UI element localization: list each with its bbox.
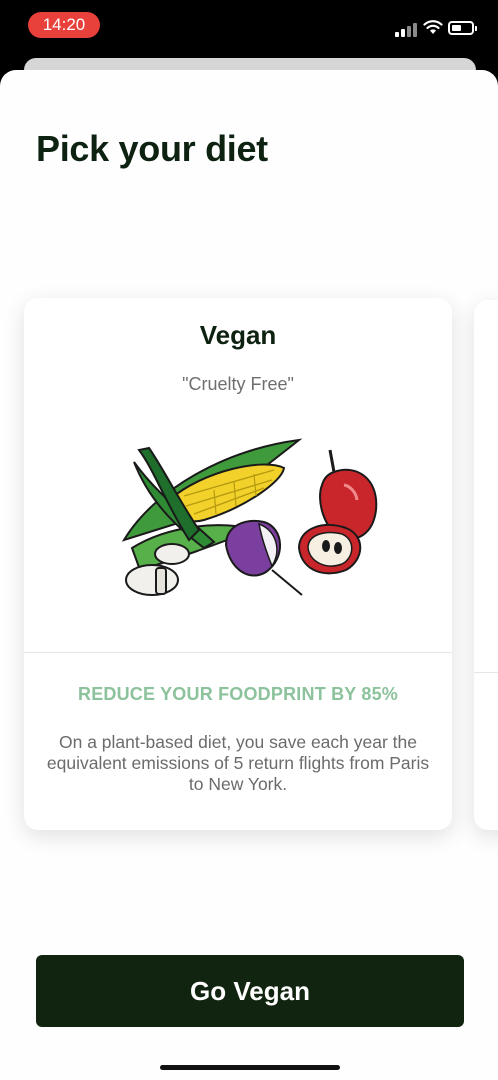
wifi-icon [423,20,443,34]
diet-card-subtitle: "Cruelty Free" [182,374,294,394]
diet-card-title: Vegan [199,320,277,350]
home-indicator[interactable] [160,1065,340,1070]
page-title: Pick your diet [36,128,268,169]
diet-card-next[interactable] [474,300,498,830]
vegetables-illustration [121,438,378,596]
go-vegan-button[interactable]: Go Vegan [36,955,464,1027]
diet-description: On a plant-based diet, you save each yea… [46,732,430,794]
footprint-reduction: REDUCE YOUR FOODPRINT BY 85% [78,684,398,704]
card-divider [24,652,452,653]
status-bar: 14:20 [0,0,498,56]
diet-card-vegan[interactable]: Vegan "Cruelty Free" REDUCE YOUR FOODPRI… [24,298,452,830]
battery-icon [448,21,477,35]
status-time[interactable]: 14:20 [28,12,100,38]
cellular-signal-icon [395,21,419,37]
next-card-divider [474,672,498,673]
